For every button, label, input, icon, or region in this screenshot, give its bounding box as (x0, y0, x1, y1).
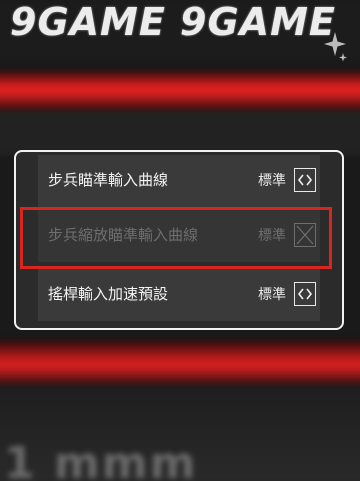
watermark-text: 9GAME 9GAME (10, 0, 336, 44)
left-right-arrows-icon (297, 288, 313, 300)
sparkle-icon (324, 32, 347, 62)
value-stepper[interactable] (294, 168, 316, 192)
background-red-band (0, 70, 360, 110)
setting-value: 標準 (258, 173, 286, 189)
setting-label: 步兵瞄準輸入曲線 (48, 171, 169, 189)
background-text: 1 mmm (4, 438, 198, 481)
left-right-arrows-icon (297, 174, 313, 186)
setting-row-stick-acceleration[interactable]: 搖桿輸入加速預設 標準 (38, 269, 320, 321)
setting-row-aim-curve[interactable]: 步兵瞄準輸入曲線 標準 (38, 155, 320, 207)
value-stepper[interactable] (294, 282, 316, 306)
setting-label: 搖桿輸入加速預設 (48, 285, 169, 303)
setting-value: 標準 (258, 287, 286, 303)
screen: 1 mmm 9GAME 9GAME 步兵瞄準輸入曲線 標準 步兵縮放瞄準輸入曲線… (0, 0, 360, 481)
background-band (0, 110, 360, 155)
background-red-band (0, 340, 360, 385)
highlight-box (20, 207, 332, 269)
